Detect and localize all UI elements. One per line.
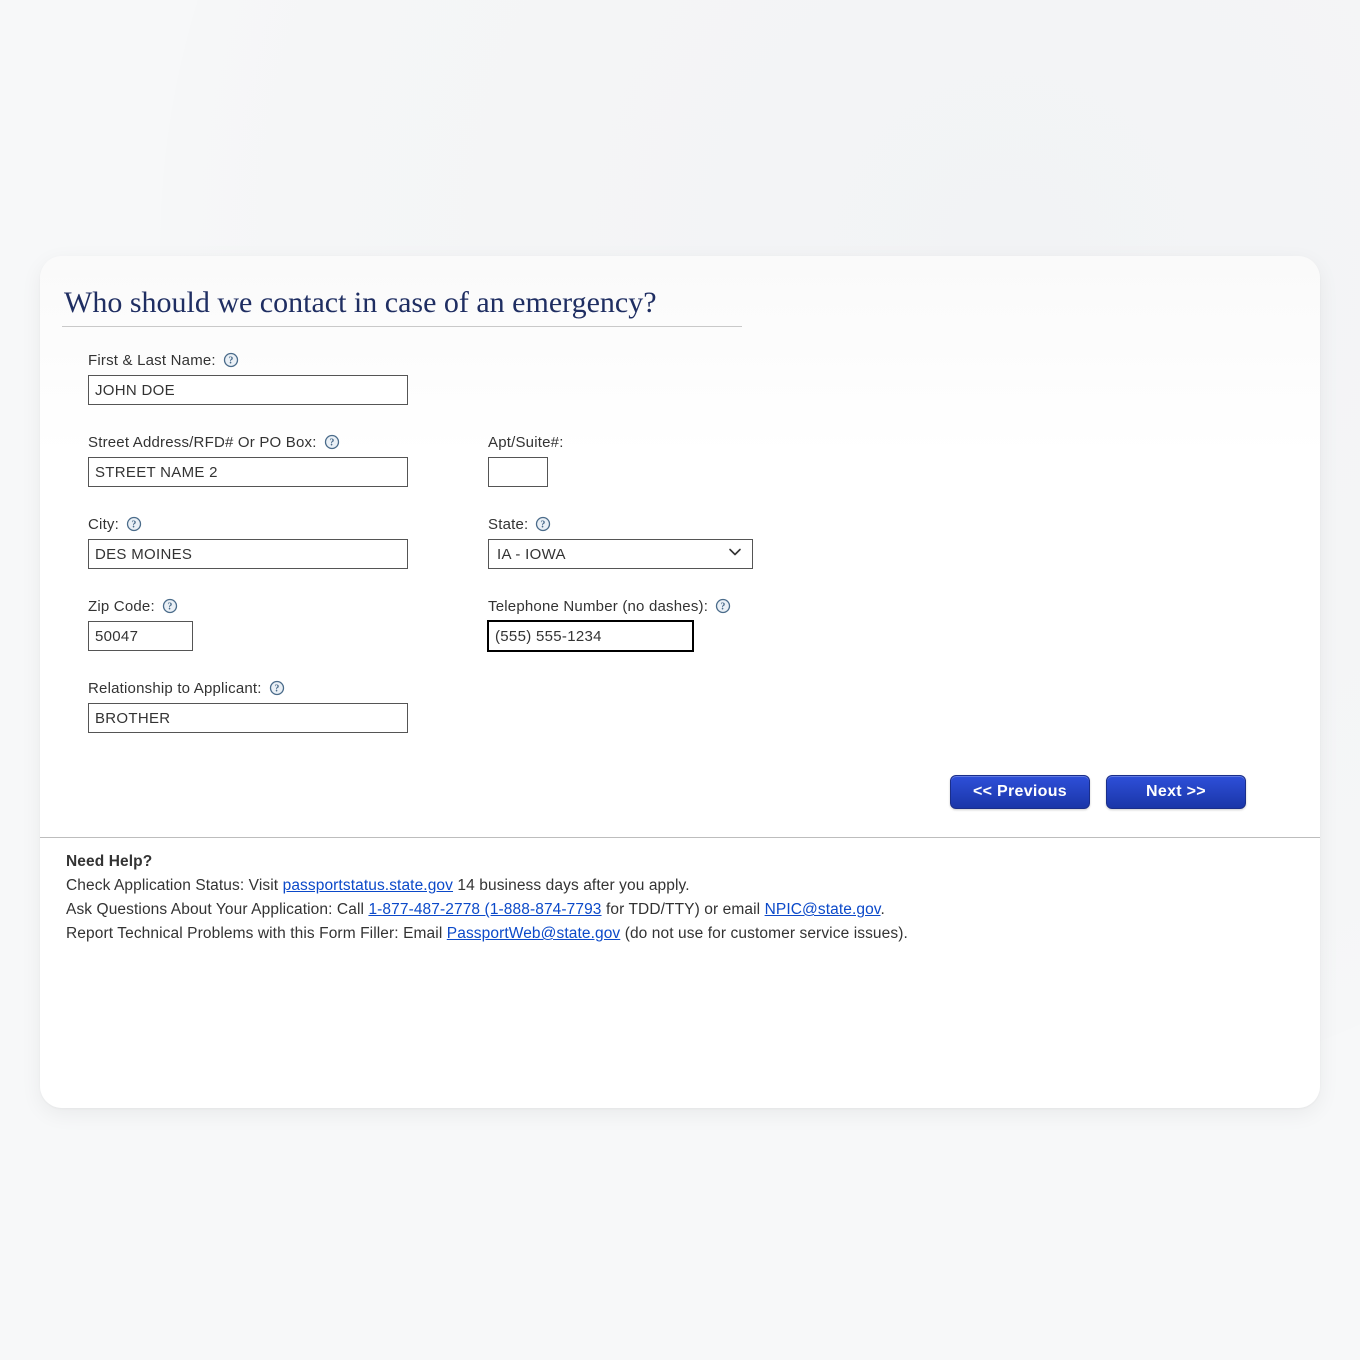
zip-input[interactable] (88, 621, 193, 651)
svg-text:?: ? (541, 520, 546, 531)
svg-text:?: ? (228, 356, 233, 367)
help-status-prefix: Check Application Status: Visit (66, 877, 283, 894)
next-button[interactable]: Next >> (1106, 775, 1246, 809)
help-icon[interactable]: ? (222, 351, 240, 369)
apt-input[interactable] (488, 457, 548, 487)
svg-text:?: ? (274, 684, 279, 695)
svg-text:?: ? (329, 438, 334, 449)
state-select[interactable]: IA - IOWA (488, 539, 753, 569)
name-label-line: First & Last Name: ? (88, 351, 488, 369)
form-area: First & Last Name: ? Street Address/RFD#… (62, 351, 1298, 733)
help-icon[interactable]: ? (534, 515, 552, 533)
help-block: Need Help? Check Application Status: Vis… (62, 838, 1298, 946)
svg-text:?: ? (720, 602, 725, 613)
nav-buttons: << Previous Next >> (62, 775, 1298, 809)
state-label: State: (488, 516, 528, 533)
ask-phone-link[interactable]: 1-877-487-2778 (1-888-874-7793 (368, 901, 601, 918)
svg-text:?: ? (131, 520, 136, 531)
help-ask-prefix: Ask Questions About Your Application: Ca… (66, 901, 368, 918)
city-label: City: (88, 516, 119, 533)
city-input[interactable] (88, 539, 408, 569)
city-label-line: City: ? (88, 515, 488, 533)
state-label-line: State: ? (488, 515, 753, 533)
state-value: IA - IOWA (497, 546, 566, 563)
ask-email-link[interactable]: NPIC@state.gov (765, 901, 881, 918)
help-tech-prefix: Report Technical Problems with this Form… (66, 925, 447, 942)
help-icon[interactable]: ? (714, 597, 732, 615)
phone-label: Telephone Number (no dashes): (488, 598, 708, 615)
street-input[interactable] (88, 457, 408, 487)
phone-input[interactable] (488, 621, 693, 651)
zip-label-line: Zip Code: ? (88, 597, 488, 615)
previous-button[interactable]: << Previous (950, 775, 1090, 809)
relationship-input[interactable] (88, 703, 408, 733)
help-ask-suffix: . (881, 901, 885, 918)
name-input[interactable] (88, 375, 408, 405)
help-tech-suffix: (do not use for customer service issues)… (620, 925, 908, 942)
zip-label: Zip Code: (88, 598, 155, 615)
help-icon[interactable]: ? (323, 433, 341, 451)
svg-text:?: ? (167, 602, 172, 613)
relationship-label: Relationship to Applicant: (88, 680, 262, 697)
help-heading: Need Help? (66, 853, 152, 870)
apt-label: Apt/Suite#: (488, 434, 564, 451)
chevron-down-icon (728, 545, 742, 563)
apt-label-line: Apt/Suite#: (488, 434, 564, 451)
phone-label-line: Telephone Number (no dashes): ? (488, 597, 732, 615)
name-label: First & Last Name: (88, 352, 216, 369)
page-title: Who should we contact in case of an emer… (62, 286, 1298, 320)
tech-email-link[interactable]: PassportWeb@state.gov (447, 925, 621, 942)
form-card: Who should we contact in case of an emer… (40, 256, 1320, 1108)
street-label-line: Street Address/RFD# Or PO Box: ? (88, 433, 488, 451)
help-ask-mid: for TDD/TTY) or email (602, 901, 765, 918)
help-icon[interactable]: ? (161, 597, 179, 615)
help-icon[interactable]: ? (268, 679, 286, 697)
street-label: Street Address/RFD# Or PO Box: (88, 434, 317, 451)
relationship-label-line: Relationship to Applicant: ? (88, 679, 488, 697)
help-status-suffix: 14 business days after you apply. (453, 877, 690, 894)
title-underline (62, 326, 742, 327)
help-icon[interactable]: ? (125, 515, 143, 533)
passport-status-link[interactable]: passportstatus.state.gov (283, 877, 453, 894)
